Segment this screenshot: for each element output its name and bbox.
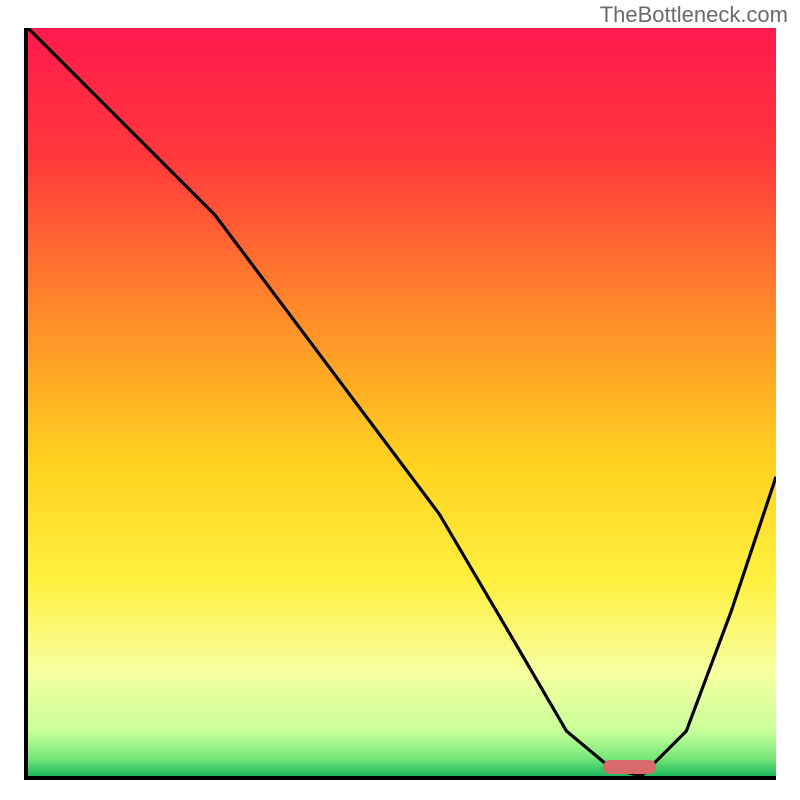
chart-plot-area xyxy=(24,28,776,780)
optimal-marker xyxy=(603,760,656,774)
bottleneck-curve xyxy=(28,28,776,776)
watermark-text: TheBottleneck.com xyxy=(600,2,788,28)
